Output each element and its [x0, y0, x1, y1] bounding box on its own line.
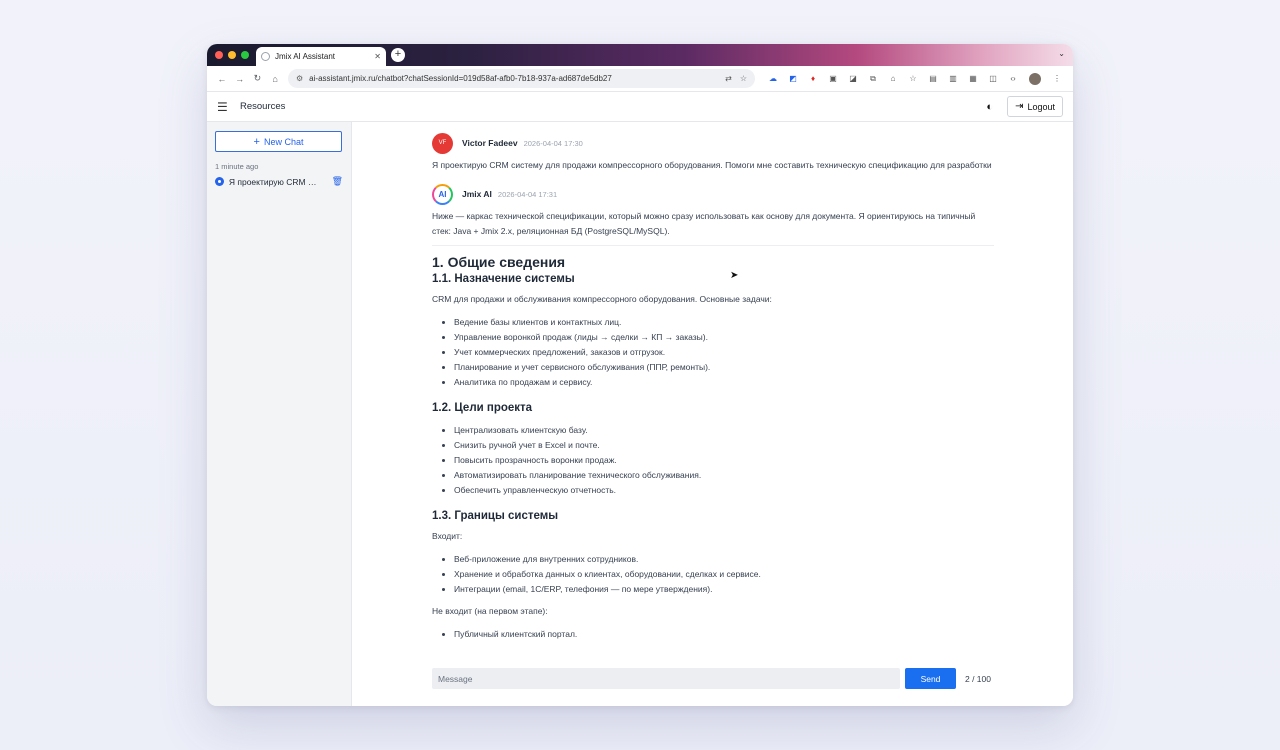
theme-toggle-icon[interactable]: ◐ — [986, 101, 993, 113]
section-heading: 1. Общие сведения — [432, 254, 566, 270]
list-item: Обеспечить управленческую отчетность. — [454, 483, 994, 498]
divider — [432, 245, 994, 246]
address-bar[interactable]: ⚙ ai-assistant.jmix.ru/chatbot?chatSessi… — [288, 69, 755, 88]
subsection-heading: 1.3. Границы системы — [432, 510, 559, 522]
chat-history-item[interactable]: Я проектирую CRM систему для продажи ком… — [215, 176, 343, 187]
site-info-icon[interactable]: ⚙ — [296, 74, 303, 83]
maximize-window-button[interactable] — [241, 51, 249, 59]
avatar: VF — [432, 132, 453, 154]
extensions-bar: ☁ ◩ ♦ ▣ ◪ ⧉ ⌂ ☆ ▤ ▥ ▦ ◫ ‹› ⋮ — [763, 72, 1067, 85]
bullet-list: Ведение базы клиентов и контактных лиц. … — [432, 315, 994, 390]
browser-toolbar: ← → ↻ ⌂ ⚙ ai-assistant.jmix.ru/chatbot?c… — [207, 66, 1073, 92]
paragraph: Входит: — [432, 531, 463, 541]
extension-icon[interactable]: ▤ — [923, 74, 943, 83]
sidebar-icon[interactable]: ◫ — [983, 74, 1003, 83]
extension-icon[interactable]: ▣ — [823, 74, 843, 83]
cloud-extension-icon[interactable]: ☁ — [763, 74, 783, 83]
list-item: Повысить прозрачность воронки продаж. — [454, 453, 994, 468]
close-tab-icon[interactable]: ✕ — [374, 52, 381, 61]
devtools-icon[interactable]: ‹› — [1003, 74, 1023, 83]
logout-button[interactable]: ⇥ Logout — [1007, 96, 1063, 117]
bookmark-star-icon[interactable]: ☆ — [740, 74, 747, 83]
tab-strip: Jmix AI Assistant ✕ + ⌄ — [207, 44, 1073, 66]
favicon-icon — [261, 52, 270, 61]
extension-icon[interactable]: ◪ — [843, 74, 863, 83]
chat-history-title: Я проектирую CRM систему для продажи ком… — [228, 176, 318, 187]
user-message-text: Я проектирую CRM систему для продажи ком… — [432, 160, 992, 170]
extension-icon[interactable]: ⌂ — [883, 74, 903, 83]
sidebar: + New Chat 1 minute ago Я проектирую CRM… — [207, 122, 352, 706]
list-item: Ведение базы клиентов и контактных лиц. — [454, 315, 994, 330]
chat-main: VF Victor Fadeev 2026-04-04 17:30 Я прое… — [352, 122, 1073, 706]
extension-icon[interactable]: ▥ — [943, 74, 963, 83]
message-list[interactable]: VF Victor Fadeev 2026-04-04 17:30 Я прое… — [432, 132, 994, 672]
minimize-window-button[interactable] — [228, 51, 236, 59]
paragraph: Не входит (на первом этапе): — [432, 606, 548, 616]
home-icon[interactable]: ⌂ — [266, 74, 284, 84]
browser-tab[interactable]: Jmix AI Assistant ✕ — [256, 47, 386, 66]
list-item: Хранение и обработка данных о клиентах, … — [454, 567, 994, 582]
list-item: Автоматизировать планирование техническо… — [454, 468, 994, 483]
ai-message: AI Jmix AI 2026-04-04 17:31 Ниже — карка… — [432, 183, 994, 642]
url-text: ai-assistant.jmix.ru/chatbot?chatSession… — [309, 74, 612, 83]
paragraph: CRM для продажи и обслуживания компрессо… — [432, 294, 772, 304]
bullet-list: Централизовать клиентскую базу. Снизить … — [432, 423, 994, 498]
tab-search-icon[interactable]: ⌄ — [1058, 49, 1065, 58]
bullet-list: Публичный клиентский портал. — [432, 627, 994, 642]
list-item: Публичный клиентский портал. — [454, 627, 994, 642]
window-controls — [215, 51, 249, 59]
menu-icon[interactable]: ☰ — [217, 100, 231, 114]
new-tab-button[interactable]: + — [391, 48, 405, 62]
list-item: Планирование и учет сервисного обслужива… — [454, 360, 994, 375]
list-item: Учет коммерческих предложений, заказов и… — [454, 345, 994, 360]
new-chat-label: New Chat — [263, 136, 304, 147]
browser-window: Jmix AI Assistant ✕ + ⌄ ← → ↻ ⌂ ⚙ ai-ass… — [207, 44, 1073, 706]
profile-avatar[interactable] — [1028, 72, 1041, 85]
list-item: Аналитика по продажам и сервису. — [454, 375, 994, 390]
subsection-heading: 1.1. Назначение системы — [432, 273, 575, 285]
history-group-label: 1 minute ago — [215, 162, 259, 171]
message-timestamp: 2026-04-04 17:31 — [497, 189, 558, 199]
mouse-cursor-icon: ➤ — [730, 270, 739, 281]
qr-icon[interactable]: ▦ — [963, 74, 983, 83]
extension-icon[interactable]: ☆ — [903, 74, 923, 83]
subsection-heading: 1.2. Цели проекта — [432, 402, 533, 414]
message-author: Jmix AI — [462, 189, 492, 199]
extension-icon[interactable]: ◩ — [783, 74, 803, 83]
message-author: Victor Fadeev — [462, 138, 518, 148]
message-timestamp: 2026-04-04 17:30 — [523, 138, 583, 148]
list-item: Веб-приложение для внутренних сотруднико… — [454, 552, 994, 567]
list-item: Централизовать клиентскую базу. — [454, 423, 994, 438]
app-header: ☰ Resources ◐ ⇥ Logout — [207, 92, 1073, 122]
character-counter: 2 / 100 — [965, 673, 991, 684]
list-item: Управление воронкой продаж (лиды → сделк… — [454, 330, 994, 345]
more-menu-icon[interactable]: ⋮ — [1047, 74, 1067, 83]
ai-logo-icon: AI — [432, 183, 453, 205]
logout-icon: ⇥ — [1015, 101, 1024, 112]
forward-icon[interactable]: → — [231, 74, 249, 84]
active-chat-icon — [215, 177, 224, 186]
message-composer: Send 2 / 100 — [432, 668, 991, 689]
user-message-header: VF Victor Fadeev 2026-04-04 17:30 — [432, 132, 994, 154]
translate-icon[interactable]: ⇄ — [725, 74, 732, 83]
page-title: Resources — [240, 101, 286, 112]
plus-icon: + — [253, 135, 260, 148]
puzzle-icon[interactable]: ⧉ — [863, 74, 883, 84]
reload-icon[interactable]: ↻ — [249, 73, 267, 84]
ai-message-header: AI Jmix AI 2026-04-04 17:31 — [432, 183, 994, 205]
tab-title: Jmix AI Assistant — [275, 52, 336, 61]
logout-label: Logout — [1027, 101, 1055, 112]
bullet-list: Веб-приложение для внутренних сотруднико… — [432, 552, 994, 597]
extension-icon[interactable]: ♦ — [803, 74, 823, 83]
back-icon[interactable]: ← — [213, 74, 231, 84]
list-item: Интеграции (email, 1С/ERP, телефония — п… — [454, 582, 994, 597]
list-item: Снизить ручной учет в Excel и почте. — [454, 438, 994, 453]
ai-intro-text: Ниже — каркас технической спецификации, … — [432, 211, 976, 236]
send-button[interactable]: Send — [905, 668, 956, 689]
trash-icon[interactable]: 🗑 — [332, 176, 343, 187]
close-window-button[interactable] — [215, 51, 223, 59]
message-input[interactable] — [432, 668, 900, 689]
new-chat-button[interactable]: + New Chat — [215, 131, 342, 152]
